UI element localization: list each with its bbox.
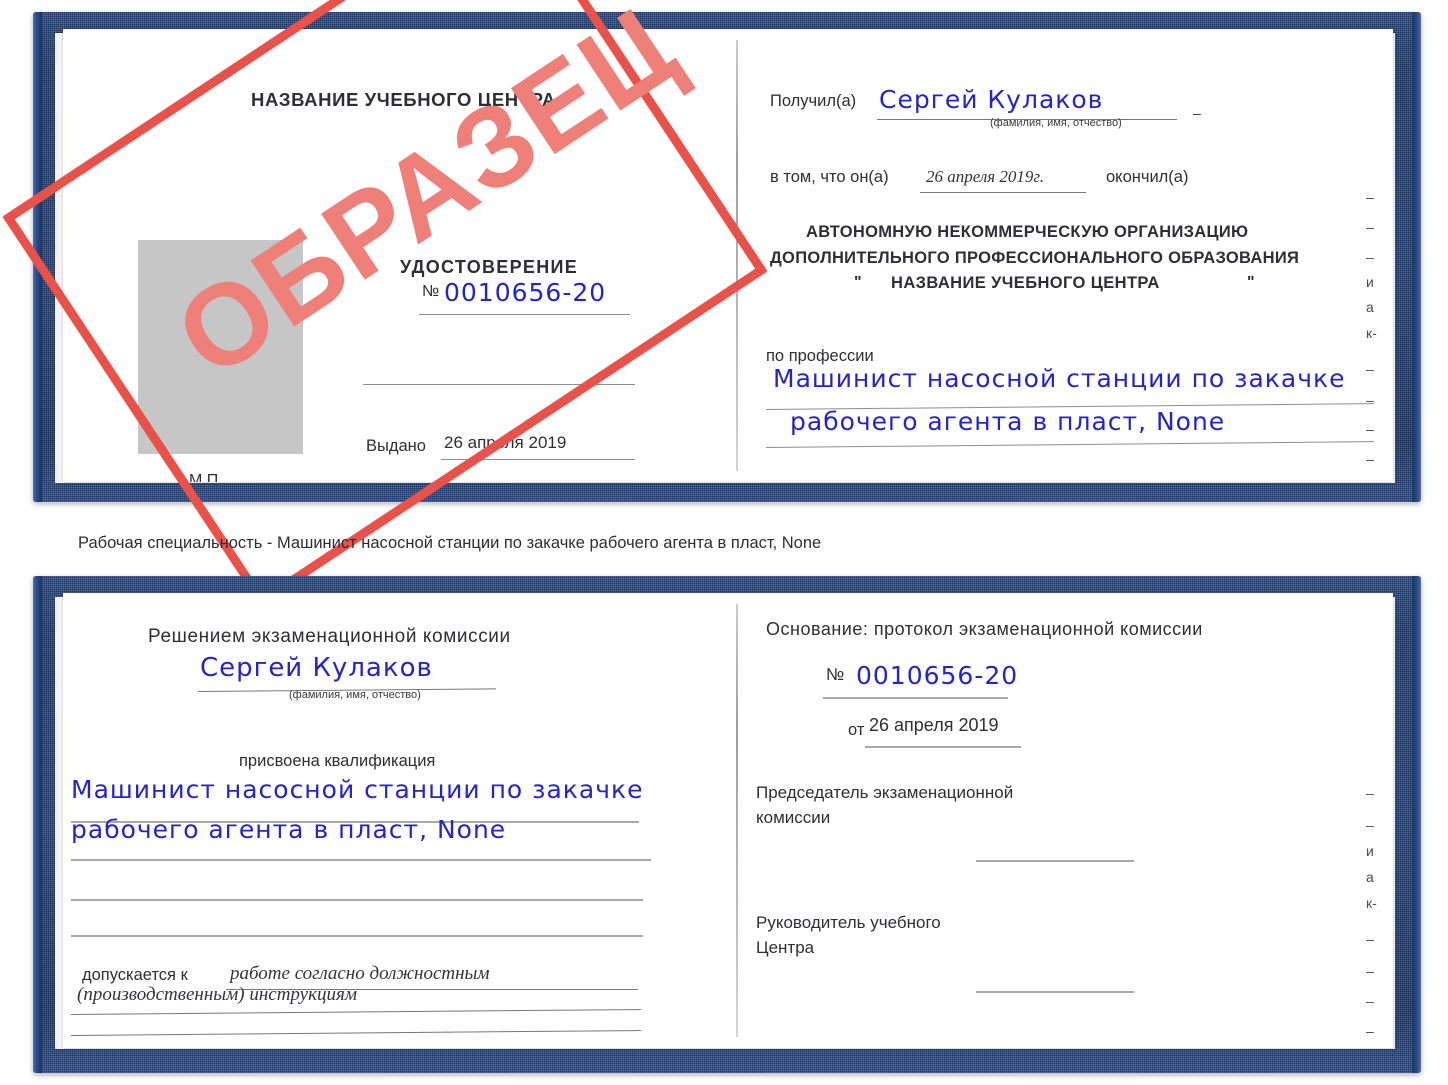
qualification-label: присвоена квалификация	[239, 752, 436, 770]
profession-line-2: рабочего агента в пласт, None	[790, 407, 1226, 436]
page-top-spread: НАЗВАНИЕ УЧЕБНОГО ЦЕНТРА УДОСТОВЕРЕНИЕ №…	[63, 29, 1393, 482]
edge-fragment: –	[1366, 931, 1374, 947]
blank-rule-a	[71, 899, 643, 901]
org-quote-close: "	[1247, 274, 1255, 291]
admitted-rule-3	[70, 1030, 641, 1036]
protocol-number-label: №	[826, 665, 845, 684]
received-label: Получил(а)	[770, 92, 857, 110]
org-line-2: ДОПОЛНИТЕЛЬНОГО ПРОФЕССИОНАЛЬНОГО ОБРАЗО…	[770, 249, 1300, 267]
head-line-1: Руководитель учебного	[756, 913, 941, 932]
page-caption: Рабочая специальность - Машинист насосно…	[78, 534, 822, 552]
edge-fragment: –	[1366, 1023, 1374, 1039]
admitted-rule-2	[70, 1009, 641, 1015]
edge-fragment: –	[1366, 817, 1374, 833]
received-dash-right: –	[1193, 105, 1201, 121]
basis-label: Основание: протокол экзаменационной коми…	[766, 619, 1203, 639]
chairman-line-1: Председатель экзаменационной	[756, 783, 1014, 802]
number-rule	[419, 314, 630, 315]
number-value: 0010656-20	[444, 278, 607, 307]
issued-label: Выдано	[366, 437, 426, 455]
cover-spine-left	[33, 12, 42, 502]
protocol-number-rule	[823, 697, 1008, 699]
edge-fragment: –	[1366, 361, 1374, 377]
issued-rule	[441, 459, 635, 460]
org-line-1: АВТОНОМНУЮ НЕКОММЕРЧЕСКУЮ ОРГАНИЗАЦИЮ	[806, 223, 1249, 241]
org-title-heading: НАЗВАНИЕ УЧЕБНОГО ЦЕНТРА	[251, 89, 556, 110]
edge-fragment: к-	[1366, 895, 1377, 911]
fact-date: 26 апреля 2019г.	[926, 167, 1045, 186]
org-line-3: НАЗВАНИЕ УЧЕБНОГО ЦЕНТРА	[891, 274, 1160, 292]
page-bottom-spread: Решением экзаменационной комиссии Сергей…	[63, 593, 1393, 1048]
stamp-place-label: М.П.	[189, 472, 223, 482]
head-signature-rule	[976, 991, 1134, 993]
fact-label: в том, что он(а)	[770, 168, 889, 186]
edge-fragment: –	[1366, 189, 1374, 205]
cover-spine-right-b	[1412, 576, 1421, 1073]
qualification-rule-2	[71, 859, 651, 861]
admitted-line-2: (производственным) инструкциям	[77, 984, 357, 1005]
photo-placeholder	[138, 240, 303, 454]
fact-label-end: окончил(а)	[1106, 168, 1189, 186]
student-name-value: Сергей Кулаков	[200, 653, 433, 683]
chairman-line-2: комиссии	[756, 808, 831, 827]
protocol-date-label: от	[848, 721, 865, 739]
edge-fragment: –	[1366, 993, 1374, 1009]
blank-rule-b	[71, 935, 643, 937]
qualification-line-2: рабочего агента в пласт, None	[71, 815, 507, 844]
admitted-label: допускается к	[82, 966, 188, 984]
name-hint-bottom: (фамилия, имя, отчество)	[289, 689, 421, 701]
org-quote-open: "	[854, 274, 862, 291]
edge-fragment: –	[1366, 421, 1374, 437]
edge-fragment: –	[1366, 219, 1374, 235]
edge-fragment: к-	[1366, 325, 1377, 341]
blank-rule-1	[363, 384, 635, 385]
edge-fragment: –	[1366, 451, 1374, 467]
commission-heading: Решением экзаменационной комиссии	[148, 626, 511, 647]
edge-fragment: а	[1366, 299, 1374, 315]
profession-line-1: Машинист насосной станции по закачке	[773, 364, 1346, 393]
admitted-line-1: работе согласно должностным	[230, 963, 490, 984]
edge-fragment: и	[1366, 843, 1374, 859]
certificate-top: НАЗВАНИЕ УЧЕБНОГО ЦЕНТРА УДОСТОВЕРЕНИЕ №…	[2, 0, 1421, 607]
protocol-number-value: 0010656-20	[856, 661, 1019, 690]
page-bottom-left: Решением экзаменационной комиссии Сергей…	[63, 593, 736, 1048]
certificate-bottom: Решением экзаменационной комиссии Сергей…	[33, 576, 1421, 1073]
head-line-2: Центра	[756, 938, 815, 957]
profession-rule-2	[765, 441, 1374, 448]
page-bottom-right: Основание: протокол экзаменационной коми…	[738, 593, 1393, 1048]
cover-spine-right	[1412, 12, 1421, 502]
document-title: УДОСТОВЕРЕНИЕ	[400, 257, 579, 277]
issued-value: 26 апреля 2019	[444, 433, 567, 452]
protocol-date-rule	[865, 746, 1021, 748]
number-label: №	[422, 283, 440, 300]
fact-rule	[920, 192, 1086, 193]
edge-fragment: а	[1366, 869, 1374, 885]
cover-spine-left-b	[33, 576, 42, 1073]
qualification-line-1: Машинист насосной станции по закачке	[71, 775, 644, 804]
edge-fragment: –	[1366, 392, 1374, 408]
chairman-signature-rule	[976, 860, 1134, 862]
page-top-left: НАЗВАНИЕ УЧЕБНОГО ЦЕНТРА УДОСТОВЕРЕНИЕ №…	[63, 29, 736, 482]
edge-fragment: –	[1366, 249, 1374, 265]
edge-fragment: и	[1366, 274, 1374, 290]
edge-fragment: –	[1366, 785, 1374, 801]
edge-fragment: –	[1366, 963, 1374, 979]
received-value: Сергей Кулаков	[879, 85, 1104, 114]
name-hint-top: (фамилия, имя, отчество)	[990, 117, 1122, 129]
protocol-date-value: 26 апреля 2019	[869, 715, 999, 735]
page-top-right: Получил(а) Сергей Кулаков (фамилия, имя,…	[738, 29, 1393, 482]
